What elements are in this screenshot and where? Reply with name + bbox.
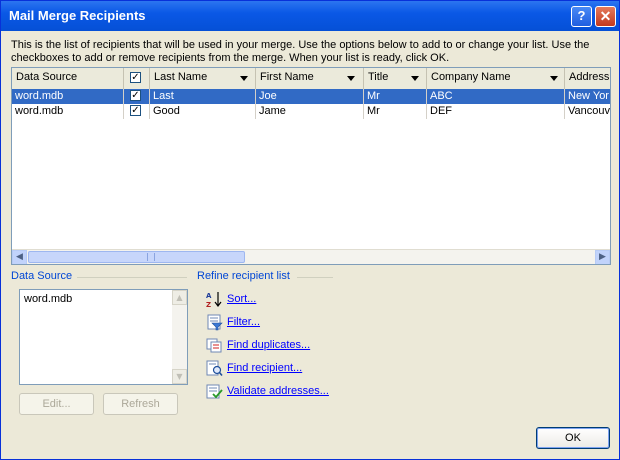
instructions-line-1: This is the list of recipients that will… xyxy=(11,39,590,51)
column-header-label: Title xyxy=(368,71,389,83)
column-header-label: Address xyxy=(569,71,610,83)
column-header-label: Company Name xyxy=(431,71,511,83)
refresh-button[interactable]: Refresh xyxy=(103,393,178,415)
instructions-text: This is the list of recipients that will… xyxy=(11,39,611,65)
scroll-grip-icon xyxy=(147,253,155,261)
column-header-title[interactable]: Title xyxy=(364,68,427,89)
table-row[interactable]: word.mdb ✓ Good Jame Mr DEF Vancouv xyxy=(12,104,610,119)
cell-title: Mr xyxy=(364,89,427,104)
scroll-up-icon[interactable]: ▲ xyxy=(172,290,187,305)
sort-az-icon: A Z xyxy=(206,292,222,308)
filter-link[interactable]: Filter... xyxy=(227,316,260,328)
scroll-right-icon[interactable]: ▶ xyxy=(595,250,610,264)
dropdown-arrow-icon[interactable] xyxy=(550,76,558,81)
grid-header: Data Source ✓ Last Name First Name Title… xyxy=(12,68,610,90)
column-header-label: Last Name xyxy=(154,71,208,83)
column-header-first-name[interactable]: First Name xyxy=(256,68,364,89)
cell-address: Vancouv xyxy=(568,105,610,117)
validate-addresses-icon xyxy=(206,384,223,399)
column-header-company-name[interactable]: Company Name xyxy=(427,68,565,89)
row-checkbox[interactable]: ✓ xyxy=(130,105,141,116)
edit-button[interactable]: Edit... xyxy=(19,393,94,415)
cell-last-name: Good xyxy=(150,104,256,119)
dropdown-arrow-icon[interactable] xyxy=(411,76,419,81)
cell-company-name: ABC xyxy=(427,89,565,104)
group-divider xyxy=(297,277,333,278)
vertical-scrollbar[interactable]: ▲ ▼ xyxy=(172,290,187,384)
row-checkbox[interactable]: ✓ xyxy=(130,90,141,101)
cell-data-source: word.mdb xyxy=(12,89,124,104)
sort-link[interactable]: Sort... xyxy=(227,293,256,305)
column-header-label: Data Source xyxy=(16,71,78,83)
cell-last-name: Last xyxy=(150,89,256,104)
dialog-title: Mail Merge Recipients xyxy=(9,8,146,23)
column-header-checkbox[interactable]: ✓ xyxy=(124,68,150,89)
column-header-label: First Name xyxy=(260,71,314,83)
column-header-address[interactable]: Address xyxy=(565,68,610,89)
column-header-last-name[interactable]: Last Name xyxy=(150,68,256,89)
help-button[interactable]: ? xyxy=(571,6,592,27)
data-source-group-title: Data Source xyxy=(11,270,73,282)
dropdown-arrow-icon[interactable] xyxy=(347,76,355,81)
scroll-down-icon[interactable]: ▼ xyxy=(172,369,187,384)
scroll-left-icon[interactable]: ◀ xyxy=(12,250,27,264)
select-all-checkbox[interactable]: ✓ xyxy=(130,72,141,83)
find-duplicates-link[interactable]: Find duplicates... xyxy=(227,339,310,351)
cell-title: Mr xyxy=(364,104,427,119)
find-recipient-link[interactable]: Find recipient... xyxy=(227,362,302,374)
svg-text:Z: Z xyxy=(206,301,211,308)
cell-first-name: Jame xyxy=(256,104,364,119)
cell-address: New Yor xyxy=(568,90,609,102)
filter-icon xyxy=(207,314,223,331)
dropdown-arrow-icon[interactable] xyxy=(240,76,248,81)
group-divider xyxy=(77,277,187,278)
cell-include: ✓ xyxy=(124,104,150,119)
list-item[interactable]: word.mdb xyxy=(24,293,72,305)
svg-text:A: A xyxy=(206,292,212,300)
mail-merge-recipients-dialog: Mail Merge Recipients ? ✕ This is the li… xyxy=(0,0,620,460)
cell-data-source: word.mdb xyxy=(12,104,124,119)
table-row[interactable]: word.mdb ✓ Last Joe Mr ABC New Yor xyxy=(12,89,610,104)
data-source-list[interactable]: word.mdb ▲ ▼ xyxy=(19,289,188,385)
title-bar[interactable]: Mail Merge Recipients ? ✕ xyxy=(1,1,619,31)
validate-addresses-link[interactable]: Validate addresses... xyxy=(227,385,329,397)
refine-group-title: Refine recipient list xyxy=(197,270,290,282)
close-button[interactable]: ✕ xyxy=(595,6,616,27)
scroll-thumb[interactable] xyxy=(28,251,245,263)
find-duplicates-icon xyxy=(206,338,222,353)
column-header-data-source[interactable]: Data Source xyxy=(12,68,124,89)
horizontal-scrollbar[interactable]: ◀ ▶ xyxy=(12,249,610,264)
cell-company-name: DEF xyxy=(427,104,565,119)
ok-button[interactable]: OK xyxy=(536,427,610,449)
instructions-line-2: checkboxes to add or remove recipients f… xyxy=(11,52,450,64)
cell-include: ✓ xyxy=(124,89,150,104)
find-recipient-icon xyxy=(206,360,223,377)
cell-first-name: Joe xyxy=(256,89,364,104)
recipients-grid[interactable]: Data Source ✓ Last Name First Name Title… xyxy=(11,67,611,265)
